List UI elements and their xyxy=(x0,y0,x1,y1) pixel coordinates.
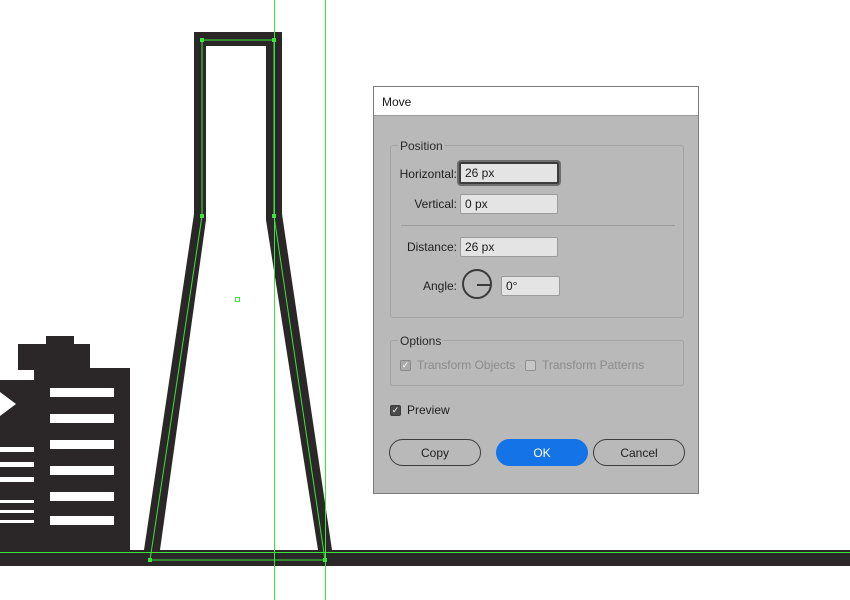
tower-shape[interactable] xyxy=(144,32,332,550)
horizontal-input[interactable] xyxy=(459,162,559,184)
vertical-label: Vertical: xyxy=(414,197,457,211)
anchor-points[interactable] xyxy=(148,38,327,562)
angle-label: Angle: xyxy=(422,279,457,293)
position-divider xyxy=(401,225,675,226)
position-group-title: Position xyxy=(398,139,445,153)
preview-label: Preview xyxy=(407,403,450,417)
selection-path[interactable] xyxy=(149,39,326,561)
cancel-button[interactable]: Cancel xyxy=(593,439,685,466)
angle-input[interactable] xyxy=(501,276,560,296)
ok-button[interactable]: OK xyxy=(496,439,588,466)
move-dialog: Move Position Horizontal: Vertical: Dist… xyxy=(373,86,699,494)
transform-patterns-label: Transform Patterns xyxy=(542,358,645,372)
horizontal-label: Horizontal: xyxy=(399,167,457,181)
transform-objects-label: Transform Objects xyxy=(417,358,516,372)
distance-input[interactable] xyxy=(460,237,558,257)
center-point xyxy=(235,297,240,302)
copy-button[interactable]: Copy xyxy=(389,439,481,466)
vertical-input[interactable] xyxy=(460,194,558,214)
distance-label: Distance: xyxy=(406,240,457,254)
transform-patterns-option[interactable]: Transform Patterns xyxy=(525,358,644,372)
preview-option[interactable]: ✓ Preview xyxy=(390,403,450,417)
unchecked-box-icon[interactable] xyxy=(525,359,536,371)
dialog-title-bar[interactable]: Move xyxy=(374,87,698,116)
checkmark-icon[interactable]: ✓ xyxy=(400,359,411,371)
transform-objects-option[interactable]: ✓ Transform Objects xyxy=(400,358,515,372)
angle-dial-icon[interactable] xyxy=(462,269,492,299)
dialog-title: Move xyxy=(382,95,412,109)
checkmark-icon[interactable]: ✓ xyxy=(390,404,401,416)
options-group-title: Options xyxy=(398,334,444,348)
